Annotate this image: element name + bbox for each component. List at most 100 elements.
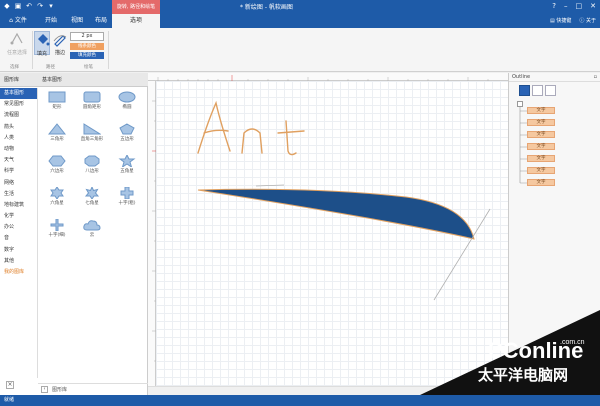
pentagon-icon xyxy=(119,123,135,135)
category-item[interactable]: 人类 xyxy=(0,133,37,144)
tab-file[interactable]: ⌂ 文件 xyxy=(4,14,32,28)
shape-five-star[interactable]: 五角星 xyxy=(110,155,144,181)
right-triangle-icon xyxy=(83,123,101,135)
shortcut-link[interactable]: ▤ 快捷键 xyxy=(550,17,571,24)
context-tab-title: 旋转, 路径和绘笔 xyxy=(112,0,160,14)
fill-label: 填充 xyxy=(36,51,47,57)
ruler-ticks xyxy=(157,75,489,81)
category-item[interactable]: 其他 xyxy=(0,256,37,267)
handwriting-ant[interactable] xyxy=(197,100,305,156)
rounded-rectangle-icon xyxy=(83,91,101,103)
about-link[interactable]: ⓘ 关于 xyxy=(579,17,596,24)
group-brush-label: 绘笔 xyxy=(84,65,93,70)
shape-cloud[interactable]: 云 xyxy=(75,219,109,245)
category-item[interactable]: 办公 xyxy=(0,222,37,233)
shape-label: 三角形 xyxy=(50,137,64,142)
fill-color-button[interactable]: 填充颜色 xyxy=(70,52,104,59)
category-item[interactable]: 数字 xyxy=(0,245,37,256)
outline-tree: 文字 文字 文字 文字 文字 文字 文字 xyxy=(517,101,595,186)
shape-hexagon[interactable]: 六边形 xyxy=(40,155,74,181)
category-item[interactable]: 生活 xyxy=(0,189,37,200)
seven-star-icon xyxy=(84,187,100,199)
account-area: ▤ 快捷键 ⓘ 关于 xyxy=(550,17,596,24)
shape-seven-star[interactable]: 七角星 xyxy=(75,187,109,213)
shape-library-panel: 图形库 基本图形 基本图形 常见图形 流程图 箭头 人类 动物 天气 科学 网络… xyxy=(0,73,148,395)
outline-item[interactable]: 文字 xyxy=(527,107,555,114)
undo-icon[interactable]: ↶ xyxy=(25,2,33,10)
shape-rounded-rectangle[interactable]: 圆角矩形 xyxy=(75,91,109,117)
ribbon-panel: 任意选择 选择 填充 描边 2 px 线条颜色 填充颜色 路径 绘笔 xyxy=(0,28,600,72)
tab-layout[interactable]: 布局 xyxy=(90,14,112,28)
tree-view-icon[interactable] xyxy=(519,85,530,96)
outline-item[interactable]: 文字 xyxy=(527,131,555,138)
category-item[interactable]: 地标建筑 xyxy=(0,200,37,211)
help-icon[interactable]: ? xyxy=(552,1,556,11)
tab-options[interactable]: 选项 xyxy=(112,14,160,28)
shapes-header: 基本图形 xyxy=(38,73,148,87)
tab-file-label: 文件 xyxy=(14,17,27,24)
redo-icon[interactable]: ↷ xyxy=(36,2,44,10)
line-color-button[interactable]: 线条颜色 xyxy=(70,43,104,50)
cross-thin-icon xyxy=(50,219,64,231)
shape-label: 圆角矩形 xyxy=(83,105,101,110)
list-view-icon[interactable] xyxy=(532,85,543,96)
tab-view[interactable]: 视图 xyxy=(66,14,88,28)
select-path-label: 任意选择 xyxy=(6,50,27,56)
category-item[interactable]: 音 xyxy=(0,233,37,244)
shape-rectangle[interactable]: 矩形 xyxy=(40,91,74,117)
filled-curve-shape[interactable] xyxy=(197,188,475,240)
ribbon-tabs: ⌂ 文件 开始 视图 布局 选项 ▤ 快捷键 ⓘ 关于 xyxy=(0,14,600,28)
category-item[interactable]: 流程图 xyxy=(0,110,37,121)
close-button[interactable]: ✕ xyxy=(590,1,596,11)
refresh-icon[interactable] xyxy=(545,85,556,96)
five-star-icon xyxy=(118,155,136,167)
shape-label: 六角星 xyxy=(50,201,64,206)
shape-label: 五角星 xyxy=(120,169,134,174)
shape-six-star[interactable]: 六角星 xyxy=(40,187,74,213)
save-icon[interactable]: ▣ xyxy=(14,2,22,10)
maximize-button[interactable]: □ xyxy=(576,1,583,11)
outline-item[interactable]: 文字 xyxy=(527,143,555,150)
shape-label: 矩形 xyxy=(52,105,62,110)
shape-cross-thick[interactable]: 十字(粗) xyxy=(110,187,144,213)
shape-octagon[interactable]: 八边形 xyxy=(75,155,109,181)
status-bar: 就绪 xyxy=(0,395,600,406)
outline-item[interactable]: 文字 xyxy=(527,167,555,174)
shape-pentagon[interactable]: 五边形 xyxy=(110,123,144,149)
outline-item[interactable]: 文字 xyxy=(527,179,555,186)
collapse-arrow-icon[interactable]: ‹ xyxy=(41,386,48,393)
shape-triangle[interactable]: 三角形 xyxy=(40,123,74,149)
category-item[interactable]: 科学 xyxy=(0,166,37,177)
shape-label: 椭圆 xyxy=(122,105,132,110)
shape-label: 十字(粗) xyxy=(118,201,136,206)
category-item[interactable]: 基本图形 xyxy=(0,88,37,100)
shape-right-triangle[interactable]: 直角三角形 xyxy=(75,123,109,149)
category-item[interactable]: 动物 xyxy=(0,144,37,155)
customize-dropdown-icon[interactable]: ▾ xyxy=(47,2,55,10)
shape-cross-thin[interactable]: 十字(细) xyxy=(40,219,74,245)
minimize-button[interactable]: – xyxy=(564,1,568,11)
shape-label: 五边形 xyxy=(120,137,134,142)
outline-item[interactable]: 文字 xyxy=(527,155,555,162)
pin-icon[interactable]: ▫ xyxy=(594,73,597,82)
close-library-button[interactable]: × xyxy=(6,381,14,389)
category-item-my-library[interactable]: 我的图库 xyxy=(0,267,37,278)
fill-button[interactable]: 填充 xyxy=(34,31,50,57)
stroke-button[interactable]: 描边 xyxy=(52,31,68,56)
category-item[interactable]: 天气 xyxy=(0,155,37,166)
tab-start[interactable]: 开始 xyxy=(40,14,62,28)
group-select-label: 选择 xyxy=(10,65,19,70)
size-input[interactable]: 2 px xyxy=(70,32,104,41)
category-item[interactable]: 常见图形 xyxy=(0,99,37,110)
vertical-ruler xyxy=(148,81,156,386)
shape-label: 八边形 xyxy=(85,169,99,174)
category-item[interactable]: 化学 xyxy=(0,211,37,222)
outline-item[interactable]: 文字 xyxy=(527,119,555,126)
shape-ellipse[interactable]: 椭圆 xyxy=(110,91,144,117)
outline-title: Outline xyxy=(512,74,531,80)
outline-toolbar xyxy=(519,85,556,96)
select-path-button[interactable]: 任意选择 xyxy=(4,31,30,56)
category-item[interactable]: 网络 xyxy=(0,178,37,189)
category-item[interactable]: 箭头 xyxy=(0,122,37,133)
horizontal-ruler xyxy=(148,73,508,81)
